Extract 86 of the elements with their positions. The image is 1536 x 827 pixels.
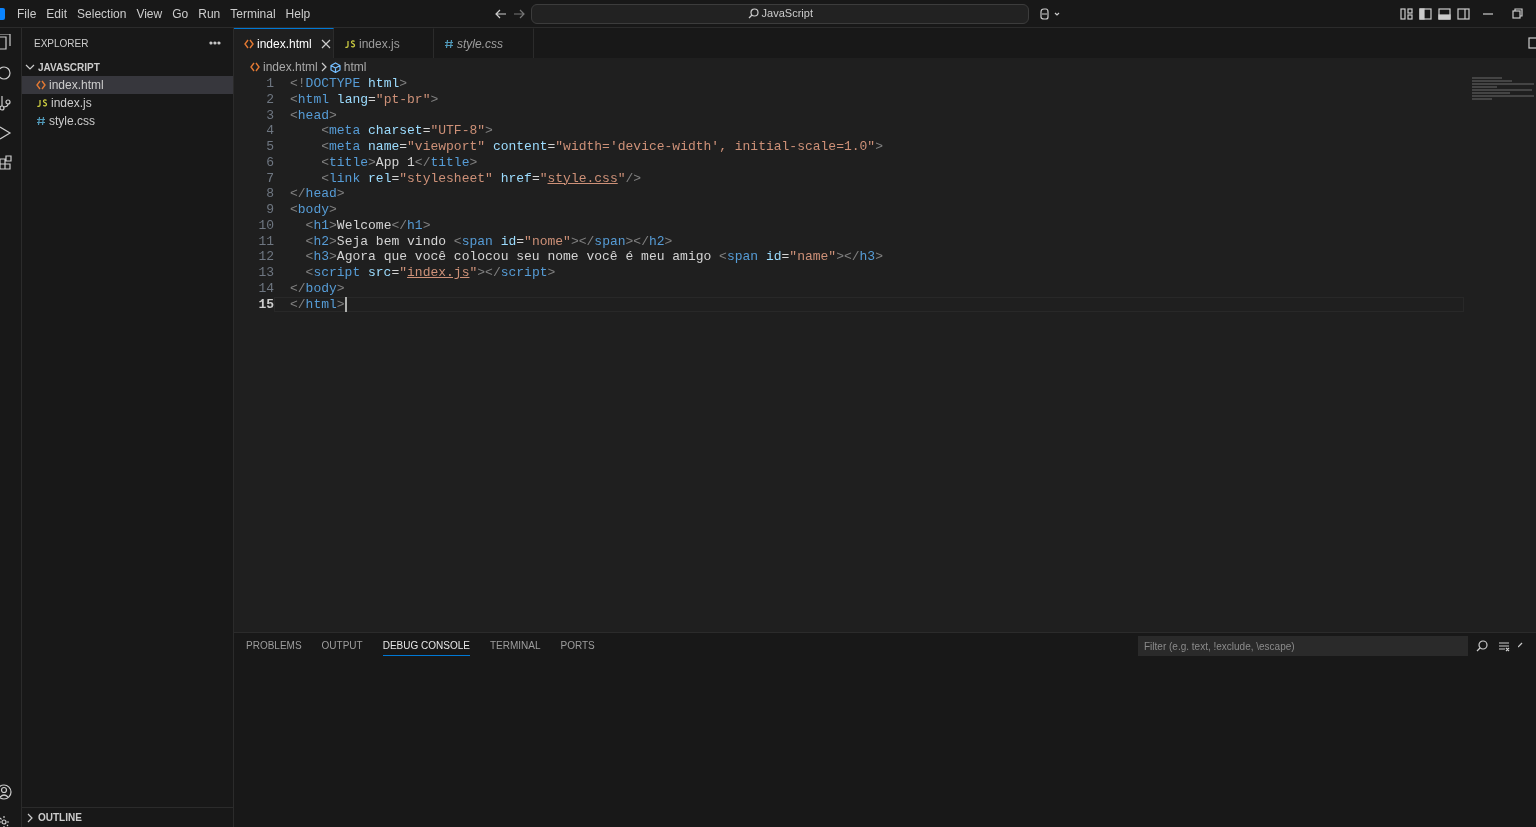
code-line: <!DOCTYPE html>: [289, 76, 409, 92]
secondary-sidebar-icon[interactable]: [1457, 7, 1470, 20]
line-number: 14: [257, 280, 274, 297]
close-icon[interactable]: [320, 38, 331, 49]
line-number: 8: [265, 186, 274, 202]
code-line: <h2>Seja bem vindo <span id="nome"></span></h2>: [304, 233, 674, 250]
app-logo-icon: [0, 6, 6, 21]
explorer-entry[interactable]: index.js: [22, 94, 233, 112]
line-number: 12: [257, 249, 274, 265]
menu-item[interactable]: Go: [167, 2, 194, 25]
restore-icon[interactable]: [1512, 7, 1524, 20]
panel-tab[interactable]: PROBLEMS: [246, 636, 302, 656]
panel-tab[interactable]: OUTPUT: [321, 636, 363, 656]
menu-item[interactable]: View: [131, 2, 168, 25]
code-line: <body>: [289, 202, 338, 218]
js-file-icon: [36, 98, 48, 108]
panel-tab[interactable]: PORTS: [560, 636, 595, 656]
forward-arrow-icon[interactable]: [513, 7, 526, 20]
line-number: 9: [265, 202, 274, 218]
command-center[interactable]: JavaScript: [531, 3, 1030, 24]
search-icon[interactable]: [0, 64, 12, 82]
files-icon[interactable]: [0, 34, 12, 52]
run-debug-icon[interactable]: [0, 124, 12, 142]
menu-item[interactable]: Run: [193, 2, 226, 25]
account-icon[interactable]: [0, 783, 12, 801]
breadcrumb-item[interactable]: index.html: [263, 58, 318, 76]
minimap-drawing: [1472, 76, 1534, 102]
line-number: 15: [257, 296, 274, 313]
search-icon: [747, 8, 759, 19]
layout-icon[interactable]: [1400, 7, 1413, 20]
code-line: <head>: [289, 107, 338, 124]
code-line: <meta name="viewport" content="width='device-width', initial-scale=1.0">: [320, 139, 884, 155]
extensions-icon[interactable]: [0, 154, 12, 172]
chevron-right-icon: [320, 62, 327, 72]
cube-icon: [329, 61, 341, 73]
code-brackets-icon: [36, 80, 46, 90]
panel-tab[interactable]: DEBUG CONSOLE: [382, 636, 470, 656]
explorer-entry[interactable]: style.css: [22, 112, 233, 130]
clear-console-icon[interactable]: [1498, 640, 1510, 652]
code-line: <h1>Welcome</h1>: [304, 217, 432, 234]
line-number: 13: [257, 265, 274, 281]
source-control-icon[interactable]: [0, 94, 12, 112]
code-line: </body>: [289, 280, 346, 297]
panel-tab[interactable]: TERMINAL: [489, 636, 541, 656]
js-file-icon: [344, 38, 356, 49]
line-number: 3: [265, 107, 274, 124]
text-cursor: [344, 296, 347, 312]
menu-item[interactable]: Terminal: [225, 2, 281, 25]
line-number: 11: [257, 233, 274, 250]
menu-item[interactable]: File: [12, 2, 42, 25]
back-arrow-icon[interactable]: [495, 7, 508, 20]
search-icon[interactable]: [1476, 640, 1488, 652]
code-brackets-icon: [250, 62, 260, 72]
explorer-title: EXPLORER: [34, 36, 89, 51]
line-number: 5: [265, 139, 274, 155]
code-line: <h3>Agora que você colocou seu nome você é meu amigo <span id="name"></h3>: [304, 249, 884, 265]
code-line: <meta charset="UTF-8">: [320, 123, 494, 139]
code-line: <link rel="stylesheet" href="style.css"/>: [320, 170, 643, 187]
menu-item[interactable]: Edit: [41, 2, 73, 25]
editor-tab[interactable]: index.html: [234, 28, 334, 58]
explorer-entry[interactable]: index.html: [22, 76, 233, 94]
split-editor-icon[interactable]: [1528, 37, 1536, 49]
code-line: </head>: [289, 186, 346, 202]
menu-item[interactable]: Selection: [72, 2, 132, 25]
line-number: 4: [265, 123, 274, 139]
code-brackets-icon: [244, 38, 254, 49]
hash-icon: [444, 38, 454, 49]
sidebar-toggle-icon[interactable]: [1419, 7, 1432, 20]
menu-item[interactable]: Help: [280, 2, 316, 25]
outline-header[interactable]: OUTLINE: [22, 807, 233, 827]
settings-gear-icon[interactable]: [0, 813, 12, 827]
line-number: 7: [265, 170, 274, 187]
panel-toggle-icon[interactable]: [1438, 7, 1451, 20]
hash-icon: [36, 116, 46, 126]
more-actions-icon[interactable]: [209, 41, 221, 45]
code-line: <script src="index.js"></script>: [304, 265, 557, 281]
code-line: <html lang="pt-br">: [289, 91, 440, 108]
code-line: </html>: [274, 296, 1464, 313]
folder-header[interactable]: JAVASCRIPT: [22, 58, 233, 76]
breadcrumb-item[interactable]: html: [343, 58, 367, 76]
line-number: 10: [257, 217, 274, 234]
filter-field[interactable]: Filter (e.g. text, !exclude, \escape): [1138, 636, 1468, 656]
line-number: 6: [265, 154, 274, 171]
line-number: 2: [265, 91, 274, 108]
code-line: <title>App 1</title>: [320, 154, 479, 171]
line-number: 1: [265, 76, 274, 92]
